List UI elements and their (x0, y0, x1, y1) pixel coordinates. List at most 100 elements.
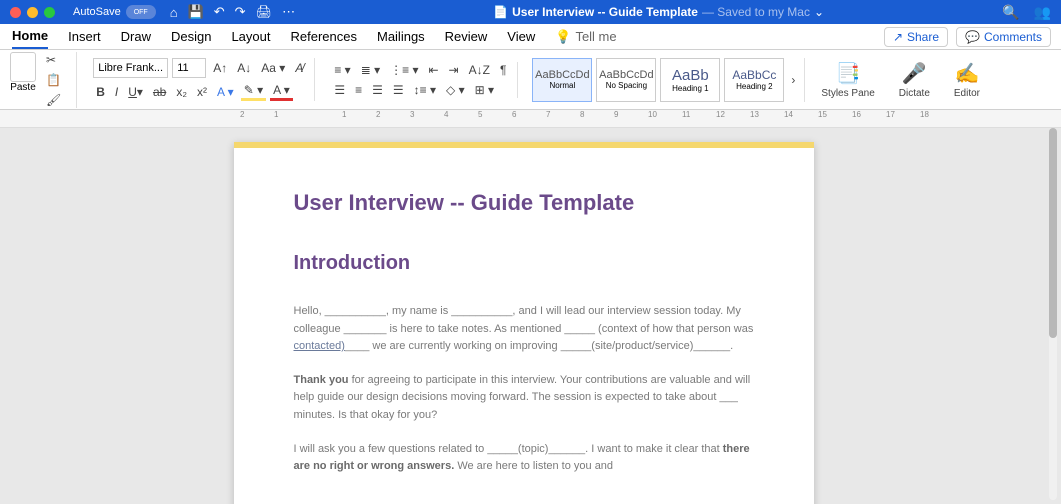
save-icon[interactable]: 💾 (188, 4, 204, 20)
tab-review[interactable]: Review (445, 25, 488, 48)
minimize-window-icon[interactable] (27, 7, 38, 18)
increase-indent-icon[interactable]: ⇥ (446, 62, 462, 78)
body-paragraph[interactable]: I will ask you a few questions related t… (294, 441, 754, 476)
cut-icon[interactable]: ✂ (43, 52, 64, 68)
lightbulb-icon: 💡 (555, 29, 571, 45)
borders-icon[interactable]: ⊞ ▾ (472, 82, 497, 98)
justify-icon[interactable]: ☰ (390, 82, 407, 98)
font-size-select[interactable] (172, 58, 206, 78)
font-color-icon[interactable]: A ▾ (270, 82, 293, 101)
editor-icon: ✍ (955, 61, 980, 86)
comments-button[interactable]: 💬 Comments (956, 27, 1051, 47)
ribbon: Paste ✂ 📋 🖌 A↑ A↓ Aa ▾ A̸ B I U ▾ ab x₂ … (0, 50, 1061, 110)
body-paragraph[interactable]: Hello, __________, my name is __________… (294, 303, 754, 356)
font-name-select[interactable] (93, 58, 168, 78)
tab-design[interactable]: Design (171, 25, 211, 48)
titlebar-right: 🔍 👥 (1002, 4, 1051, 21)
tab-insert[interactable]: Insert (68, 25, 101, 48)
sort-icon[interactable]: A↓Z (466, 62, 493, 78)
document-canvas[interactable]: User Interview -- Guide Template Introdu… (0, 128, 1047, 504)
change-case-icon[interactable]: Aa ▾ (258, 60, 288, 76)
document-title[interactable]: 📄 User Interview -- Guide Template — Sav… (315, 5, 1002, 19)
paste-icon[interactable] (10, 52, 36, 82)
scrollbar-thumb[interactable] (1049, 128, 1057, 338)
vertical-scrollbar[interactable] (1049, 128, 1057, 500)
tab-draw[interactable]: Draw (121, 25, 151, 48)
line-spacing-icon[interactable]: ↕≡ ▾ (411, 82, 439, 98)
tab-home[interactable]: Home (12, 24, 48, 49)
menubar: Home Insert Draw Design Layout Reference… (0, 24, 1061, 50)
format-painter-icon[interactable]: 🖌 (43, 92, 64, 108)
styles-pane-icon: 📑 (836, 61, 861, 86)
doc-icon: 📄 (493, 5, 508, 19)
window-controls (10, 7, 55, 18)
print-icon[interactable]: 🖨 (256, 4, 273, 20)
ruler[interactable]: 21123456789101112131415161718 (0, 110, 1061, 128)
underline-button[interactable]: U ▾ (125, 84, 146, 100)
share-icon[interactable]: 👥 (1034, 4, 1051, 21)
hyperlink-text[interactable]: contacted) (294, 340, 345, 352)
increase-font-icon[interactable]: A↑ (210, 60, 230, 76)
multilevel-list-icon[interactable]: ⋮≡ ▾ (387, 62, 421, 78)
clipboard-group: Paste ✂ 📋 🖌 (10, 52, 77, 108)
style-normal[interactable]: AaBbCcDd Normal (532, 58, 592, 102)
styles-group: AaBbCcDd Normal AaBbCcDd No Spacing AaBb… (526, 58, 805, 102)
quick-access-toolbar: ⌂ 💾 ↶ ↷ 🖨 ⋯ (170, 4, 295, 20)
comment-icon: 💬 (965, 30, 980, 44)
autosave-label: AutoSave (73, 6, 121, 18)
body-paragraph[interactable]: Thank you for agreeing to participate in… (294, 372, 754, 425)
page-content[interactable]: User Interview -- Guide Template Introdu… (234, 148, 814, 504)
style-no-spacing[interactable]: AaBbCcDd No Spacing (596, 58, 656, 102)
toggle-switch[interactable]: OFF (126, 5, 156, 19)
document-heading[interactable]: User Interview -- Guide Template (294, 190, 754, 216)
page[interactable]: User Interview -- Guide Template Introdu… (234, 142, 814, 504)
paste-label[interactable]: Paste (10, 82, 36, 93)
tab-mailings[interactable]: Mailings (377, 25, 425, 48)
shading-icon[interactable]: ◇ ▾ (443, 82, 468, 98)
maximize-window-icon[interactable] (44, 7, 55, 18)
superscript-button[interactable]: x² (194, 84, 210, 100)
share-button[interactable]: ↗ Share (884, 27, 948, 47)
share-arrow-icon: ↗ (893, 30, 903, 44)
copy-icon[interactable]: 📋 (43, 72, 64, 88)
bullets-icon[interactable]: ≡ ▾ (331, 62, 353, 78)
font-group: A↑ A↓ Aa ▾ A̸ B I U ▾ ab x₂ x² A ▾ ✎ ▾ A… (85, 58, 315, 101)
clear-formatting-icon[interactable]: A̸ (292, 60, 306, 76)
chevron-down-icon[interactable]: ⌄ (814, 5, 824, 19)
doc-status: — Saved to my Mac (702, 5, 810, 19)
decrease-font-icon[interactable]: A↓ (234, 60, 254, 76)
dictate-button[interactable]: 🎤 Dictate (891, 61, 938, 99)
style-heading-1[interactable]: AaBb Heading 1 (660, 58, 720, 102)
redo-icon[interactable]: ↷ (235, 4, 246, 20)
decrease-indent-icon[interactable]: ⇤ (425, 62, 441, 78)
subscript-button[interactable]: x₂ (173, 84, 190, 100)
titlebar: AutoSave OFF ⌂ 💾 ↶ ↷ 🖨 ⋯ 📄 User Intervie… (0, 0, 1061, 24)
align-right-icon[interactable]: ☰ (369, 82, 386, 98)
bold-button[interactable]: B (93, 84, 108, 100)
paragraph-group: ≡ ▾ ≣ ▾ ⋮≡ ▾ ⇤ ⇥ A↓Z ¶ ☰ ≡ ☰ ☰ ↕≡ ▾ ◇ ▾ … (323, 62, 518, 98)
text-effects-icon[interactable]: A ▾ (214, 84, 237, 100)
numbering-icon[interactable]: ≣ ▾ (358, 62, 383, 78)
tab-layout[interactable]: Layout (231, 25, 270, 48)
tell-me[interactable]: 💡 Tell me (555, 25, 616, 49)
strikethrough-button[interactable]: ab (150, 84, 169, 100)
home-icon[interactable]: ⌂ (170, 5, 178, 20)
styles-pane-button[interactable]: 📑 Styles Pane (813, 61, 882, 99)
autosave-toggle[interactable]: AutoSave OFF (73, 5, 156, 19)
highlight-icon[interactable]: ✎ ▾ (241, 82, 266, 101)
section-heading[interactable]: Introduction (294, 252, 754, 275)
align-left-icon[interactable]: ☰ (331, 82, 348, 98)
align-center-icon[interactable]: ≡ (352, 82, 365, 98)
search-icon[interactable]: 🔍 (1002, 4, 1019, 21)
italic-button[interactable]: I (112, 84, 121, 100)
tab-view[interactable]: View (507, 25, 535, 48)
doc-name: User Interview -- Guide Template (512, 5, 698, 19)
editor-button[interactable]: ✍ Editor (946, 61, 988, 99)
undo-icon[interactable]: ↶ (214, 4, 225, 20)
styles-more-icon[interactable]: › (788, 72, 798, 88)
close-window-icon[interactable] (10, 7, 21, 18)
style-heading-2[interactable]: AaBbCc Heading 2 (724, 58, 784, 102)
tab-references[interactable]: References (291, 25, 357, 48)
show-marks-icon[interactable]: ¶ (497, 62, 509, 78)
more-icon[interactable]: ⋯ (282, 4, 295, 20)
